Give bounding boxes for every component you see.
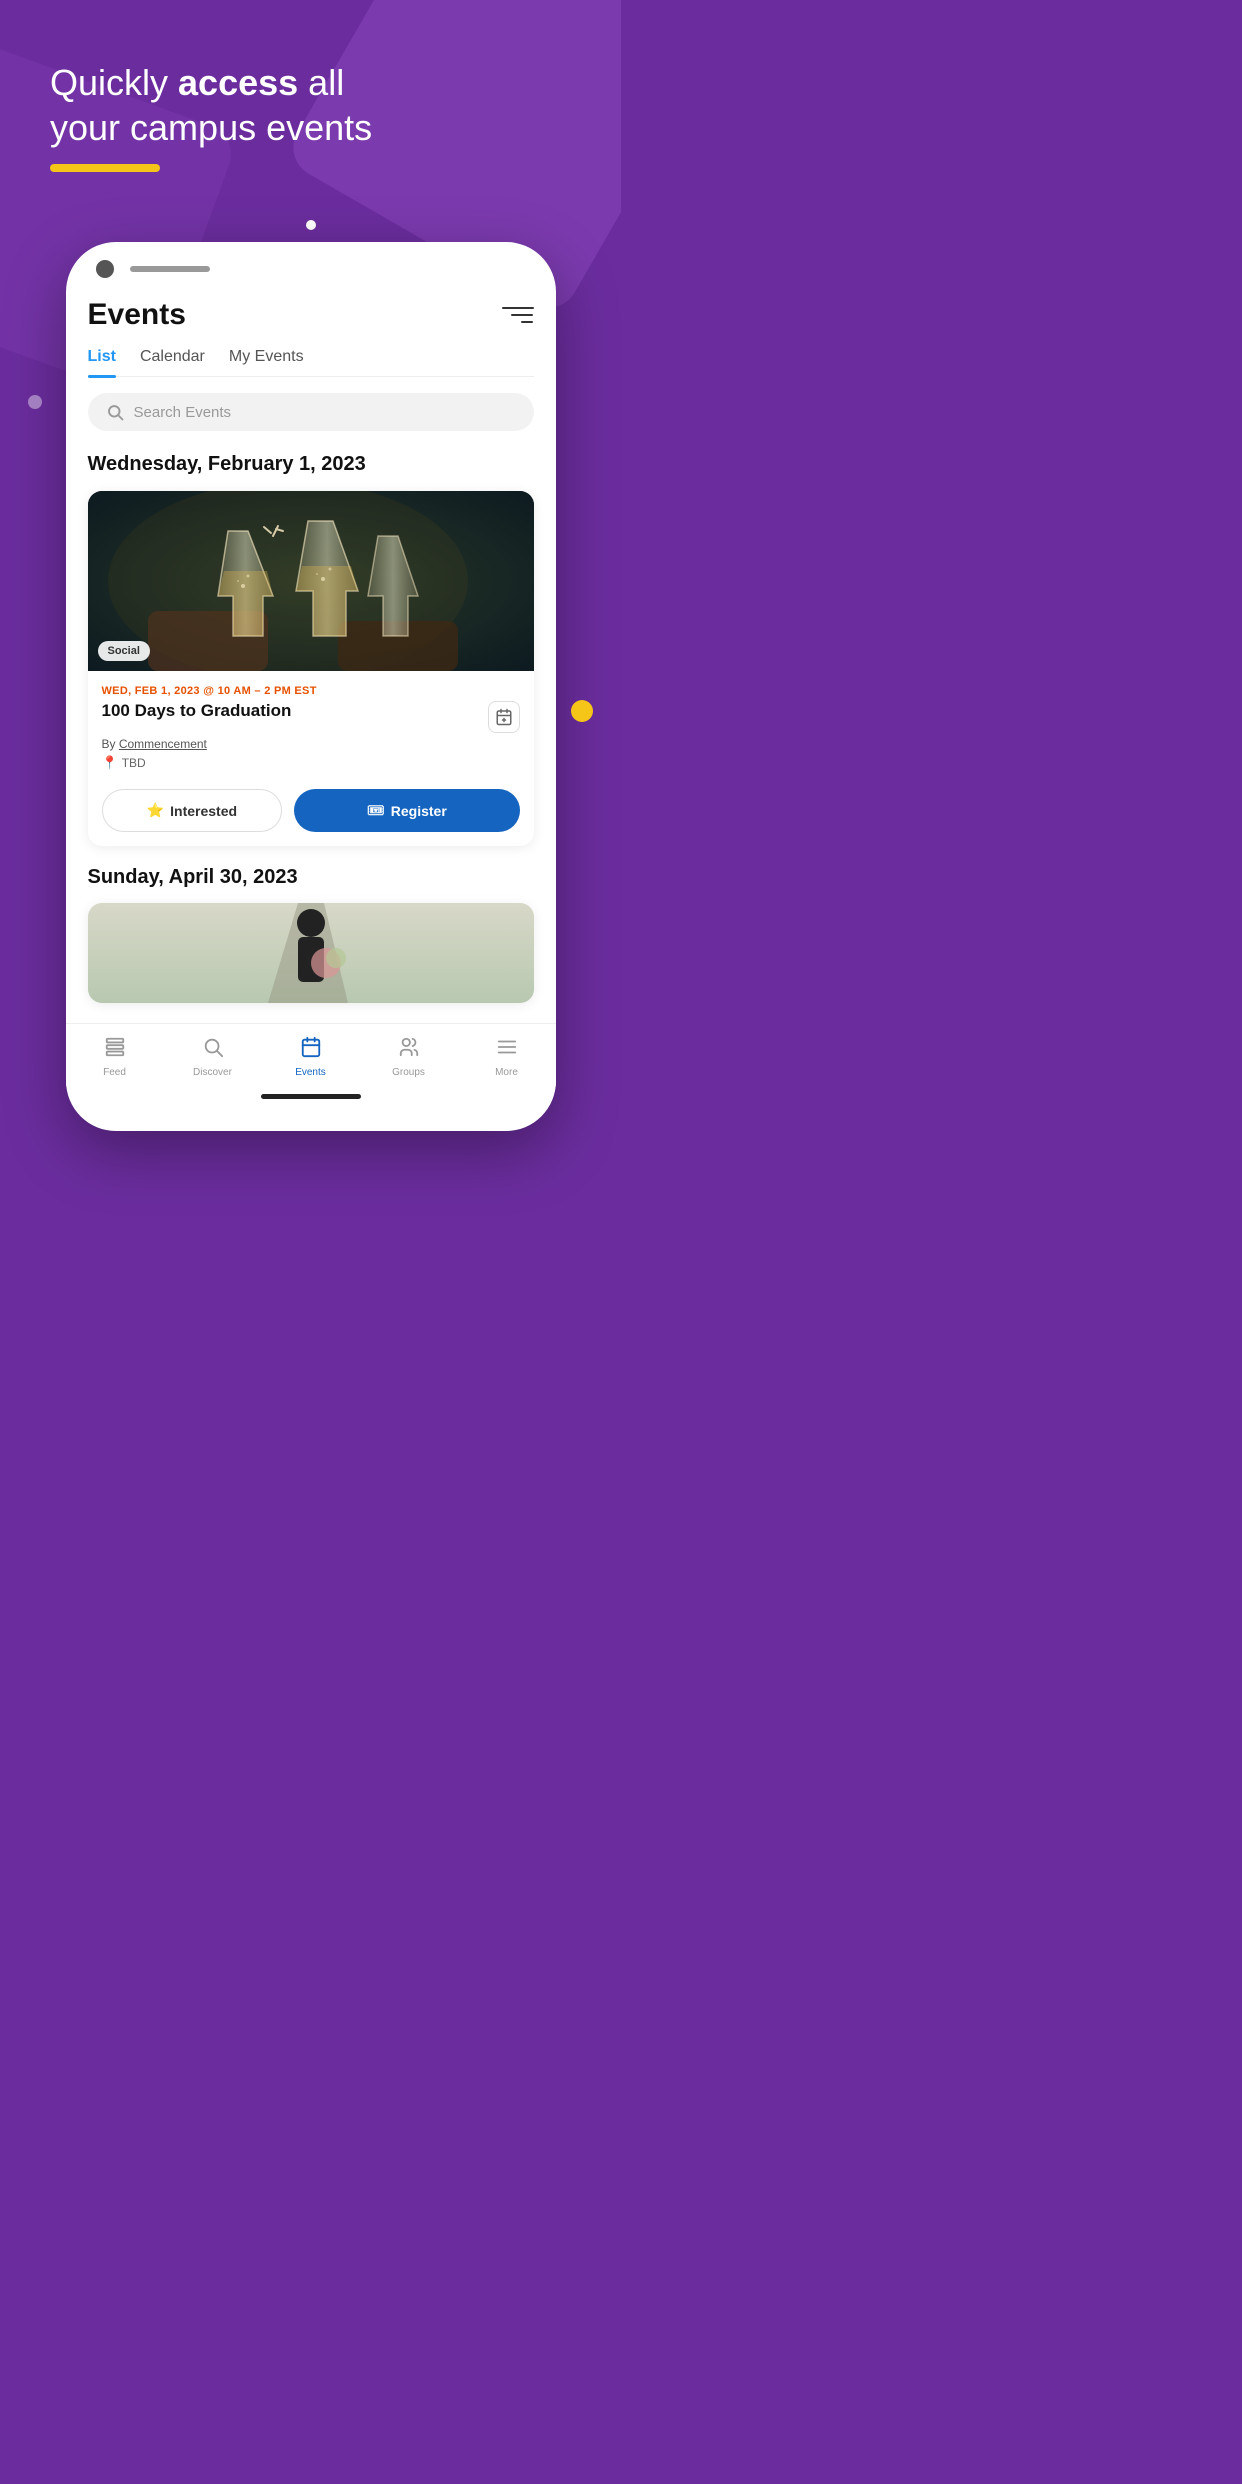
location-text-1: TBD — [122, 756, 146, 770]
filter-line-2 — [511, 314, 533, 316]
side-dot-left — [28, 395, 42, 409]
event-category-badge: Social — [98, 641, 150, 661]
discover-icon — [202, 1036, 224, 1064]
phone-speaker — [130, 266, 210, 272]
hero-section: Quickly access all your campus events — [0, 60, 621, 172]
event-organizer-1: By Commencement — [102, 737, 520, 751]
groups-icon — [398, 1036, 420, 1064]
event-title-1: 100 Days to Graduation — [102, 701, 478, 721]
event-image-1: Social — [88, 491, 534, 671]
search-bar[interactable]: Search Events — [88, 393, 534, 431]
event-card-2 — [88, 903, 534, 1003]
interested-button[interactable]: ⭐ Interested — [102, 789, 283, 832]
champagne-svg — [88, 491, 534, 671]
nav-feed-label: Feed — [103, 1067, 126, 1078]
more-icon — [496, 1036, 518, 1064]
organizer-link[interactable]: Commencement — [119, 737, 207, 751]
star-icon: ⭐ — [147, 802, 164, 819]
phone-top-bar — [66, 242, 556, 288]
search-placeholder: Search Events — [134, 404, 232, 421]
nav-discover[interactable]: Discover — [164, 1036, 262, 1078]
hero-text: Quickly access all your campus events — [50, 60, 571, 150]
app-header: Events — [88, 288, 534, 348]
phone-bottom — [66, 1086, 556, 1111]
event2-svg — [88, 903, 534, 1003]
nav-groups-label: Groups — [392, 1067, 425, 1078]
hero-line1-bold: access — [178, 62, 298, 103]
nav-feed[interactable]: Feed — [66, 1036, 164, 1078]
event-card-1: Social WED, FEB 1, 2023 @ 10 AM – 2 PM E… — [88, 491, 534, 846]
hero-line2: your campus events — [50, 107, 372, 148]
register-label: Register — [391, 803, 447, 819]
carousel-dots — [302, 220, 320, 230]
hero-underline — [50, 164, 160, 172]
tab-calendar[interactable]: Calendar — [140, 348, 205, 376]
app-content: Events List Calendar My Events Se — [66, 288, 556, 1003]
home-indicator — [261, 1094, 361, 1099]
tab-my-events[interactable]: My Events — [229, 348, 304, 376]
event-details-1: WED, FEB 1, 2023 @ 10 AM – 2 PM EST 100 … — [88, 671, 534, 777]
side-dot-right — [571, 700, 593, 722]
bottom-nav: Feed Discover — [66, 1023, 556, 1086]
filter-line-1 — [502, 307, 534, 309]
nav-discover-label: Discover — [193, 1067, 232, 1078]
nav-more[interactable]: More — [458, 1036, 556, 1078]
event-actions-1: ⭐ Interested 🎟 Register — [88, 777, 534, 846]
event-title-row-1: 100 Days to Graduation — [102, 701, 520, 733]
event-image-2 — [88, 903, 534, 1003]
nav-more-label: More — [495, 1067, 518, 1078]
tab-bar: List Calendar My Events — [88, 348, 534, 377]
phone-frame: Events List Calendar My Events Se — [66, 242, 556, 1131]
filter-line-3 — [521, 321, 534, 323]
hero-line1-end: all — [298, 62, 344, 103]
feed-icon — [104, 1036, 126, 1064]
events-icon — [300, 1036, 322, 1064]
phone-camera — [96, 260, 114, 278]
event-date-line-1: WED, FEB 1, 2023 @ 10 AM – 2 PM EST — [102, 685, 520, 697]
date-heading-1: Wednesday, February 1, 2023 — [88, 451, 534, 477]
ticket-icon: 🎟 — [367, 802, 385, 819]
location-pin-icon: 📍 — [102, 755, 118, 771]
carousel-dot-active — [306, 220, 316, 230]
event-location-1: 📍 TBD — [102, 755, 520, 771]
nav-groups[interactable]: Groups — [360, 1036, 458, 1078]
add-to-calendar-button[interactable] — [488, 701, 520, 733]
register-button[interactable]: 🎟 Register — [294, 789, 519, 832]
app-title: Events — [88, 298, 186, 332]
nav-events[interactable]: Events — [262, 1036, 360, 1078]
hero-line1-normal: Quickly — [50, 62, 178, 103]
search-icon — [106, 403, 124, 421]
nav-events-label: Events — [295, 1067, 326, 1078]
tab-list[interactable]: List — [88, 348, 116, 376]
filter-button[interactable] — [502, 299, 534, 331]
date-heading-2: Sunday, April 30, 2023 — [88, 866, 534, 889]
interested-label: Interested — [170, 803, 237, 819]
